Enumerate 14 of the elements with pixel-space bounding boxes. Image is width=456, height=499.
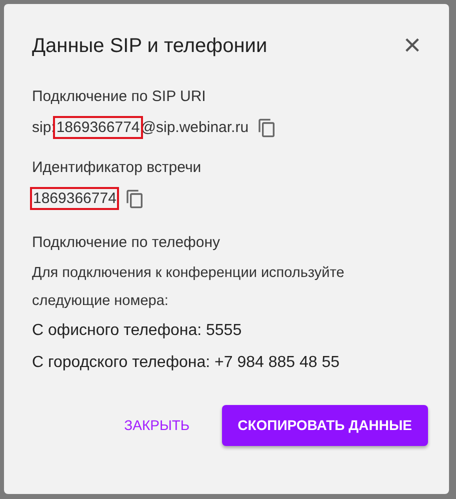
- copy-data-button[interactable]: СКОПИРОВАТЬ ДАННЫЕ: [222, 404, 428, 446]
- section-label: Идентификатор встречи: [32, 158, 202, 178]
- meeting-id: 1869366774: [32, 188, 118, 210]
- sip-uri: sip:1869366774@sip.webinar.ru: [32, 116, 249, 139]
- section-label: Подключение по SIP URI: [32, 87, 207, 107]
- phone-number: С городского телефона: +7 984 885 48 55: [32, 352, 341, 372]
- close-text-button[interactable]: ЗАКРЫТЬ: [108, 404, 206, 446]
- dialog-title: Данные SIP и телефонии: [32, 34, 268, 58]
- close-button[interactable]: ×: [403, 34, 421, 58]
- phone-number: С офисного телефона: 5555: [32, 320, 243, 340]
- instruction-text: Для подключения к конференции используйте следующие номера:: [32, 264, 346, 310]
- section-label: Подключение по телефону: [32, 233, 222, 253]
- copy-icon[interactable]: [256, 118, 277, 138]
- copy-icon[interactable]: [125, 188, 146, 209]
